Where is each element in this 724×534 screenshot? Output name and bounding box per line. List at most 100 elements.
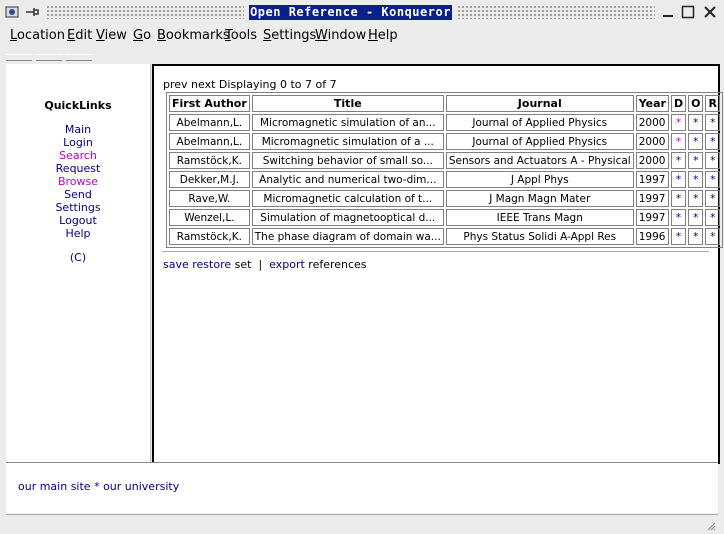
menu-edit[interactable]: Edit (67, 28, 92, 43)
o-cell: * (688, 228, 704, 245)
title-bar: Open Reference - Konqueror (0, 0, 724, 24)
r-link[interactable]: * (710, 136, 715, 148)
copyright-link[interactable]: (C) (6, 251, 150, 264)
title-cell: Switching behavior of small so... (251, 152, 444, 169)
menu-help[interactable]: Help (368, 28, 398, 43)
d-link[interactable]: * (676, 117, 681, 129)
r-link[interactable]: * (710, 231, 715, 243)
minimize-icon[interactable] (660, 4, 676, 20)
menu-view-accel: V (96, 28, 105, 43)
menu-bar: Location Edit View Go Bookmarks Tools Se… (0, 24, 724, 48)
d-cell: * (670, 171, 687, 188)
konqueror-app-icon[interactable] (4, 4, 20, 20)
year-cell: 2000 (635, 152, 669, 169)
results-frame: prev next Displaying 0 to 7 of 7 First A… (152, 64, 723, 464)
menu-go-accel: G (133, 28, 144, 43)
footer-actions: save restore set | export references (163, 258, 367, 271)
menu-settings-label: ettings (271, 28, 317, 43)
menu-tools[interactable]: Tools (225, 28, 257, 43)
quicklink-request[interactable]: Request (6, 162, 150, 175)
author-cell: Ramstöck,K. (169, 152, 250, 169)
status-bar (6, 514, 718, 533)
author-cell: Dekker,M.J. (169, 171, 250, 188)
title-cell: Simulation of magnetooptical d... (251, 209, 444, 226)
menu-window-label: indow (327, 28, 367, 43)
d-link[interactable]: * (676, 174, 681, 186)
toolbar-handle[interactable] (36, 54, 62, 61)
d-link[interactable]: * (676, 212, 681, 224)
o-link[interactable]: * (693, 231, 698, 243)
toolbar-strip (0, 50, 724, 62)
r-link[interactable]: * (710, 212, 715, 224)
d-cell: * (670, 190, 687, 207)
save-link[interactable]: save (163, 258, 189, 271)
title-cell: Micromagnetic calculation of t... (251, 190, 444, 207)
r-cell: * (705, 133, 720, 150)
o-link[interactable]: * (693, 136, 698, 148)
quicklink-browse[interactable]: Browse (6, 175, 150, 188)
menu-settings[interactable]: Settings (263, 28, 316, 43)
quicklink-help[interactable]: Help (6, 227, 150, 240)
table-header-row: First Author Title Journal Year D O R (169, 95, 720, 112)
column-header-first-author: First Author (169, 95, 250, 112)
d-link[interactable]: * (676, 193, 681, 205)
quicklink-main[interactable]: Main (6, 123, 150, 136)
o-link[interactable]: * (693, 155, 698, 167)
quicklink-search[interactable]: Search (6, 149, 150, 162)
prev-link[interactable]: prev (163, 78, 188, 91)
menu-bookmarks-label: ookmarks (165, 28, 230, 43)
year-cell: 1997 (635, 190, 669, 207)
toolbar-handle[interactable] (6, 54, 32, 61)
restore-link[interactable]: restore (192, 258, 231, 271)
r-cell: * (705, 171, 720, 188)
column-header-d: D (670, 95, 687, 112)
pin-icon[interactable] (24, 4, 40, 20)
menu-window[interactable]: Window (315, 28, 366, 43)
journal-cell: J Appl Phys (445, 171, 634, 188)
main-site-link[interactable]: our main site (18, 480, 91, 493)
d-link[interactable]: * (676, 136, 681, 148)
o-link[interactable]: * (693, 117, 698, 129)
menu-help-accel: H (368, 28, 378, 43)
d-link[interactable]: * (676, 155, 681, 167)
d-link[interactable]: * (676, 231, 681, 243)
quicklinks-heading: QuickLinks (44, 99, 112, 112)
quicklink-logout[interactable]: Logout (6, 214, 150, 227)
references-table: First Author Title Journal Year D O R Ab… (166, 92, 723, 248)
table-row: Abelmann,L. Micromagnetic simulation of a… (169, 133, 720, 150)
quicklink-settings[interactable]: Settings (6, 201, 150, 214)
r-cell: * (705, 114, 720, 131)
r-link[interactable]: * (710, 193, 715, 205)
o-link[interactable]: * (693, 212, 698, 224)
r-link[interactable]: * (710, 117, 715, 129)
quicklink-send[interactable]: Send (6, 188, 150, 201)
author-cell: Abelmann,L. (169, 133, 250, 150)
resize-grip-icon[interactable] (706, 521, 716, 531)
toolbar-handle[interactable] (66, 54, 92, 61)
menu-help-label: elp (377, 28, 398, 43)
set-label: set (234, 258, 252, 271)
menu-view[interactable]: View (96, 28, 127, 43)
r-cell: * (705, 228, 720, 245)
menu-go[interactable]: Go (133, 28, 151, 43)
journal-cell: J Magn Magn Mater (445, 190, 634, 207)
export-link[interactable]: export (269, 258, 305, 271)
menu-window-accel: W (315, 28, 328, 43)
d-cell: * (670, 228, 687, 245)
university-link[interactable]: our university (103, 480, 179, 493)
next-link[interactable]: next (191, 78, 215, 91)
maximize-icon[interactable] (680, 4, 696, 20)
r-link[interactable]: * (710, 174, 715, 186)
year-cell: 1997 (635, 171, 669, 188)
menu-location[interactable]: Location (10, 28, 65, 43)
menu-bookmarks[interactable]: Bookmarks (157, 28, 230, 43)
quicklink-login[interactable]: Login (6, 136, 150, 149)
author-cell: Ramstöck,K. (169, 228, 250, 245)
d-cell: * (670, 209, 687, 226)
title-cell: Micromagnetic simulation of a ... (251, 133, 444, 150)
close-icon[interactable] (702, 4, 718, 20)
o-link[interactable]: * (693, 193, 698, 205)
r-link[interactable]: * (710, 155, 715, 167)
o-link[interactable]: * (693, 174, 698, 186)
divider (162, 251, 709, 252)
